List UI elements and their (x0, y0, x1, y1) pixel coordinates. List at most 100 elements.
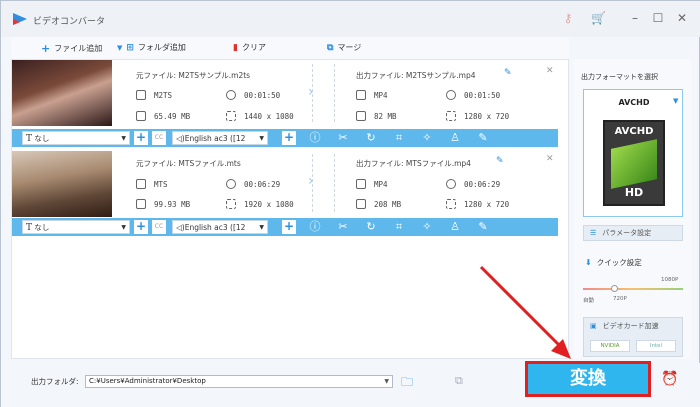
text-icon: T (26, 133, 33, 144)
output-folder-path: C:¥Users¥Administrator¥Desktop (89, 377, 206, 385)
clear-button[interactable]: ▮ クリア (233, 42, 266, 53)
output-format: MP4 (356, 90, 388, 100)
info-icon[interactable]: ⓘ (308, 220, 322, 234)
format-icon-hd: HD (624, 186, 644, 199)
source-resolution: 1440 x 1080 (226, 111, 294, 121)
crop-icon[interactable]: ⌗ (392, 220, 406, 234)
quick-settings-label: クイック設定 (596, 258, 642, 267)
folder-icon (356, 199, 366, 209)
format-icon (356, 90, 366, 100)
source-duration: 00:06:29 (226, 179, 280, 189)
add-folder-button[interactable]: ▼ ⊞ フォルダ追加 (117, 42, 186, 53)
source-format-value: M2TS (154, 90, 173, 100)
subtitle-value: なし (34, 222, 50, 232)
key-icon[interactable]: ⚷ (561, 11, 575, 25)
add-audio-button[interactable]: + (282, 131, 296, 145)
scissors-icon[interactable]: ✂ (336, 131, 350, 145)
output-resolution-value: 1280 x 720 (464, 199, 510, 209)
folder-icon (356, 111, 366, 121)
folder-plus-icon: ⊞ (126, 42, 134, 53)
quick-setting-auto: 自動 (583, 298, 595, 304)
source-size-value: 65.49 MB (154, 111, 191, 121)
video-thumbnail[interactable] (12, 151, 112, 217)
crop-icon[interactable]: ⌗ (392, 131, 406, 145)
format-icon (356, 179, 366, 189)
source-resolution-value: 1440 x 1080 (244, 111, 294, 121)
rotate-icon[interactable]: ↻ (364, 220, 378, 234)
cart-icon[interactable]: 🛒 (591, 11, 606, 25)
info-icon[interactable]: ⓘ (308, 131, 322, 145)
clock-icon (226, 90, 236, 100)
clock-icon (446, 179, 456, 189)
nvidia-label: NVIDIA (600, 343, 620, 349)
output-folder-input[interactable]: C:¥Users¥Administrator¥Desktop ▼ (85, 375, 393, 388)
red-arrow-annotation (479, 265, 571, 359)
effect-wand-icon[interactable]: ✧ (420, 220, 434, 234)
audio-track-select[interactable]: ◁)English ac3 ([12 ▼ (172, 131, 268, 145)
output-size-value: 208 MB (374, 199, 402, 209)
add-subtitle-button[interactable]: + (134, 131, 148, 145)
video-thumbnail[interactable] (12, 60, 112, 126)
add-audio-button[interactable]: + (282, 220, 296, 234)
watermark-icon[interactable]: ♙ (448, 131, 462, 145)
output-folder-label: 出力フォルダ: (31, 377, 79, 386)
audio-track-select[interactable]: ◁)English ac3 ([12 ▼ (172, 220, 268, 234)
source-size-value: 99.93 MB (154, 199, 191, 209)
maximize-icon[interactable]: ☐ (651, 11, 665, 25)
output-resolution: 1280 x 720 (446, 111, 509, 121)
watermark-icon[interactable]: ♙ (448, 220, 462, 234)
subtitle-select[interactable]: T なし ▼ (22, 220, 130, 234)
gpu-acceleration-toggle[interactable]: ▣ ビデオカード加速 (590, 321, 659, 331)
source-resolution: 1920 x 1080 (226, 199, 294, 209)
rotate-icon[interactable]: ↻ (364, 131, 378, 145)
scissors-icon[interactable]: ✂ (336, 220, 350, 234)
format-selector[interactable]: AVCHD ▼ AVCHD HD (583, 89, 683, 217)
close-icon[interactable]: ✕ (675, 11, 689, 25)
source-format: M2TS (136, 90, 172, 100)
subtitle-edit-icon[interactable]: ✎ (476, 220, 490, 234)
add-subtitle-button[interactable]: + (134, 220, 148, 234)
folder-icon (136, 199, 146, 209)
file-action-bar: T なし ▼ + CC ◁)English ac3 ([12 ▼ + ⓘ ✂ ↻… (12, 218, 558, 236)
subtitle-edit-icon[interactable]: ✎ (476, 131, 490, 145)
quality-slider[interactable] (583, 288, 683, 290)
chevron-down-icon: ▼ (259, 223, 264, 231)
remove-file-icon[interactable]: ✕ (546, 66, 554, 76)
sliders-icon: ☰ (590, 229, 597, 237)
subtitle-value: なし (34, 133, 50, 143)
folder-open-icon[interactable]: 🗀 (401, 373, 413, 394)
effect-wand-icon[interactable]: ✧ (420, 131, 434, 145)
quick-setting-720p: 720P (613, 296, 627, 302)
folder-icon (136, 111, 146, 121)
format-icon (136, 90, 146, 100)
app-window: ビデオコンバータ ⚷ 🛒 – ☐ ✕ + ファイル追加 ▼ ⊞ フォルダ追加 ▮… (0, 0, 700, 407)
add-file-button[interactable]: + ファイル追加 (41, 42, 102, 55)
arrow-right-icon: › (308, 84, 314, 100)
file-action-bar: T なし ▼ + CC ◁)English ac3 ([12 ▼ + ⓘ ✂ ↻… (12, 129, 558, 147)
remove-file-icon[interactable]: ✕ (546, 154, 554, 164)
edit-name-icon[interactable]: ✎ (496, 156, 504, 166)
dropdown-icon: ▼ (117, 43, 123, 52)
plus-icon: + (41, 42, 51, 55)
app-title: ビデオコンバータ (33, 17, 106, 27)
merge-button[interactable]: ⧉ マージ (327, 42, 361, 53)
convert-button[interactable]: 変換 (525, 361, 651, 397)
cc-icon[interactable]: CC (152, 220, 166, 234)
resolution-icon (226, 199, 236, 209)
cc-icon[interactable]: CC (152, 131, 166, 145)
quick-setting-1080p: 1080P (661, 277, 679, 283)
arrow-down-icon: ⬇ (585, 258, 592, 267)
resolution-icon (226, 111, 236, 121)
source-file-name: 元ファイル: M2TSサンプル.m2ts (136, 71, 251, 80)
subtitle-select[interactable]: T なし ▼ (22, 131, 130, 145)
source-duration: 00:01:50 (226, 90, 280, 100)
merge-output-icon[interactable]: ⧉ (455, 374, 463, 388)
edit-name-icon[interactable]: ✎ (504, 68, 512, 78)
output-duration-value: 00:06:29 (464, 179, 501, 189)
quality-slider-thumb[interactable] (611, 285, 618, 292)
parameter-settings-button[interactable]: ☰ パラメータ設定 (583, 225, 683, 241)
chevron-down-icon: ▼ (121, 223, 126, 231)
alarm-clock-icon[interactable]: ⏰ (661, 371, 678, 387)
minimize-icon[interactable]: – (628, 11, 642, 25)
audio-track-value: English ac3 ([12 (184, 222, 246, 232)
